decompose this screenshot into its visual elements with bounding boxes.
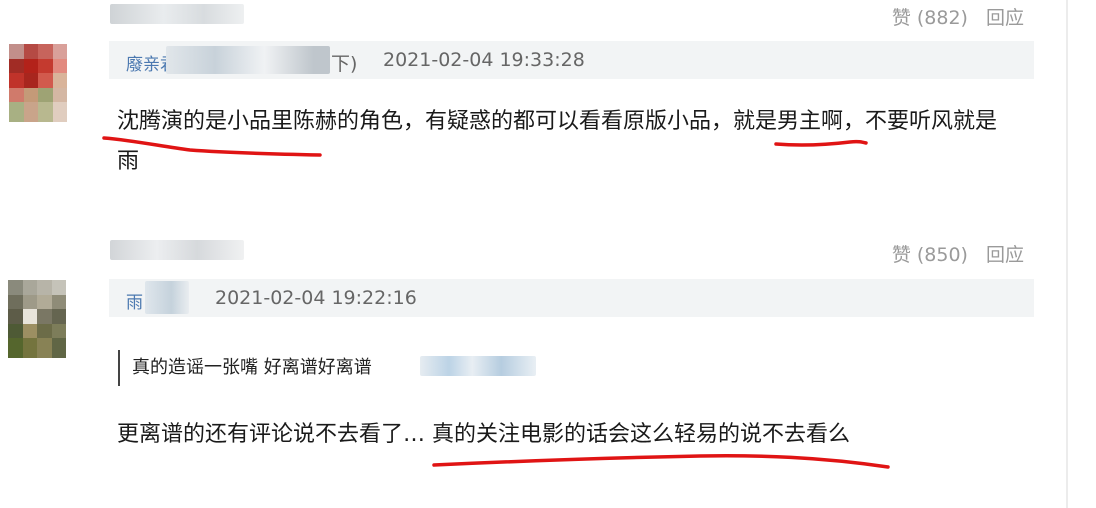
quoted-location-suffix: 下) [331,53,358,75]
quoted-timestamp: 2021-02-04 19:22:16 [215,287,417,309]
red-underline [432,454,890,469]
quoted-username-blurred [166,46,330,74]
quoted-comment: 真的造谣一张嘴 好离谱好离谱 [118,350,372,386]
comment-text: 更离谱的还有评论说不去看了… 真的关注电影的话会这么轻易的说不去看么 [117,415,850,455]
like-button[interactable]: 赞 (850) [892,240,968,267]
comment-text: 沈腾演的是小品里陈赫的角色，有疑惑的都可以看看原版小品，就是男主啊，不要听风就是… [117,102,997,182]
username-blurred[interactable] [110,4,244,24]
reply-button[interactable]: 回应 [986,240,1024,267]
quoted-comment-text: 真的造谣一张嘴 好离谱好离谱 [132,357,372,378]
quoted-username[interactable]: 雨 [126,288,143,313]
comment-text-line: 更离谱的还有评论说不去看了… 真的关注电影的话会这么轻易的说不去看么 [117,422,850,447]
avatar[interactable] [9,44,67,122]
quoted-timestamp: 2021-02-04 19:33:28 [383,49,585,71]
username-blurred[interactable] [110,240,244,260]
like-button[interactable]: 赞 (882) [892,3,968,30]
page-border [1066,0,1068,508]
avatar[interactable] [8,280,66,358]
quoted-comment-blurred [420,356,536,376]
quoted-username-blurred [145,281,189,314]
reply-button[interactable]: 回应 [986,3,1024,30]
comment-text-line: 雨 [117,149,140,174]
comment-actions: 赞 (882) 回应 [892,3,1024,30]
comment-text-line: 沈腾演的是小品里陈赫的角色，有疑惑的都可以看看原版小品，就是男主啊，不要听风就是 [117,109,998,134]
comment-actions: 赞 (850) 回应 [892,240,1024,267]
